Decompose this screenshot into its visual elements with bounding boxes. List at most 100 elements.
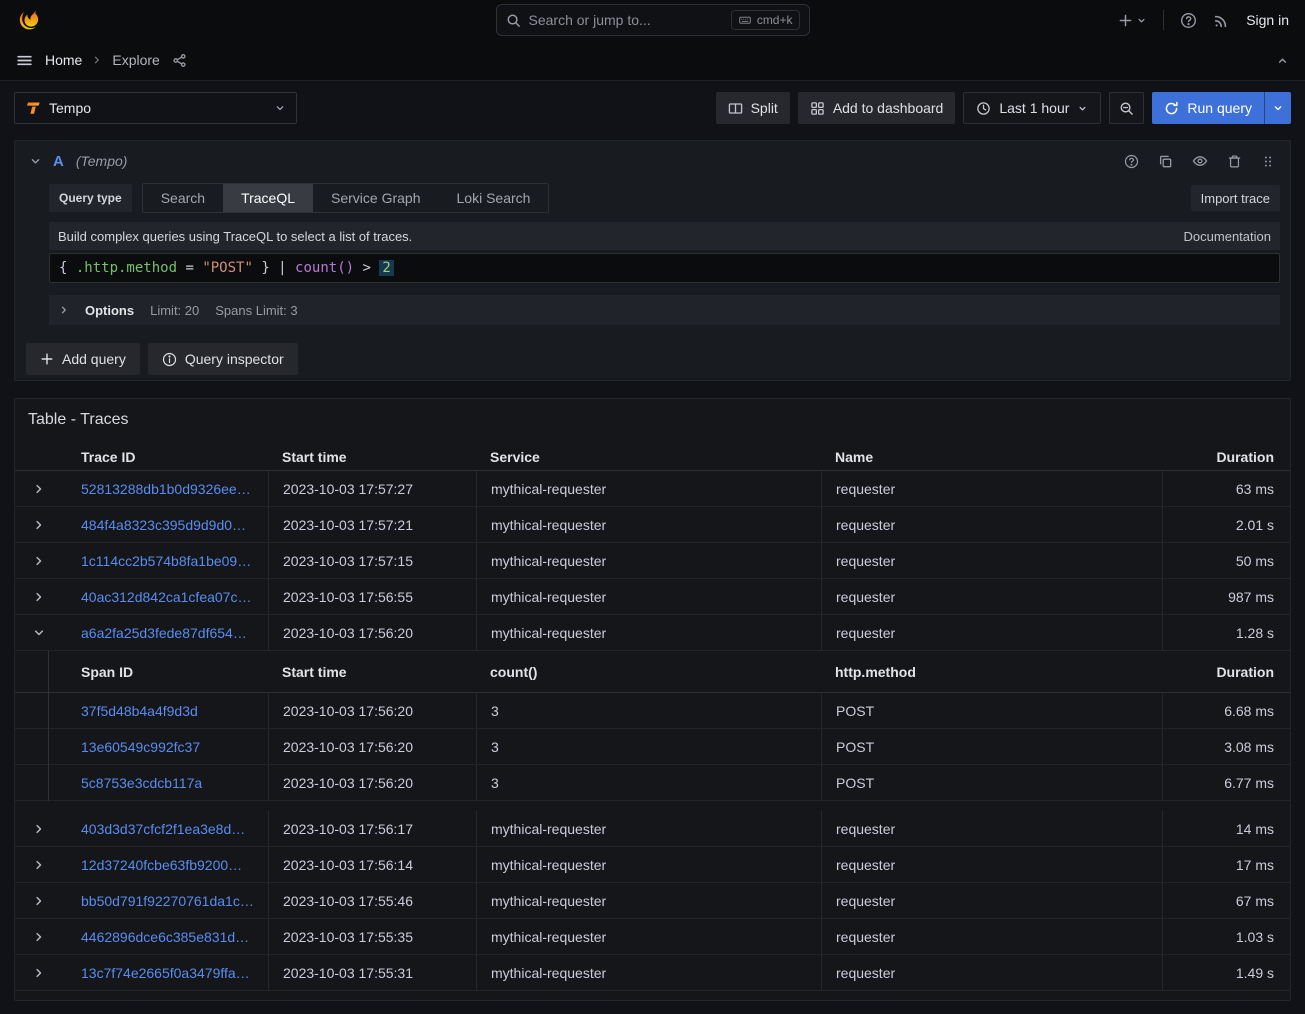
name-cell: requester <box>821 883 1162 918</box>
collapse-toolbar-button[interactable] <box>1276 54 1289 67</box>
trace-id-link[interactable]: 52813288db1b0d9326ee… <box>81 481 251 497</box>
nav-divider <box>1163 10 1164 30</box>
row-expand-chevron-icon[interactable] <box>33 931 45 943</box>
duration-cell: 6.68 ms <box>1162 693 1290 728</box>
service-cell: mythical-requester <box>476 883 821 918</box>
service-cell: mythical-requester <box>476 615 821 650</box>
add-query-button[interactable]: Add query <box>26 343 140 375</box>
trace-id-link[interactable]: 484f4a8323c395d9d9d0… <box>81 517 246 533</box>
search-input[interactable]: Search or jump to... cmd+k <box>496 4 810 36</box>
drag-handle-icon[interactable] <box>1261 154 1275 169</box>
row-collapse-chevron-icon[interactable] <box>33 627 45 639</box>
duplicate-query-button[interactable] <box>1158 154 1173 169</box>
start-time-cell: 2023-10-03 17:57:27 <box>268 471 476 506</box>
row-expand-chevron-icon[interactable] <box>33 591 45 603</box>
table-row: 403d3d37cfcf2f1ea3e8d…2023-10-03 17:56:1… <box>15 811 1290 847</box>
duration-cell: 1.03 s <box>1162 919 1290 954</box>
run-query-options-button[interactable] <box>1264 92 1291 124</box>
trace-id-link[interactable]: 40ac312d842ca1cfea07c… <box>81 589 251 605</box>
hamburger-icon <box>16 52 33 69</box>
traceql-code-editor[interactable]: { .http.method = "POST" } | count() > 2 <box>49 253 1280 283</box>
span-subtable: Span IDStart timecount()http.methodDurat… <box>15 651 1290 811</box>
duration-cell: 67 ms <box>1162 883 1290 918</box>
help-button[interactable] <box>1180 12 1197 29</box>
http-method-cell: POST <box>821 693 1162 728</box>
tab-traceql[interactable]: TraceQL <box>223 184 313 212</box>
query-row-header: A (Tempo) <box>15 141 1290 181</box>
collapse-query-button[interactable] <box>30 156 41 167</box>
top-nav: Search or jump to... cmd+k <box>0 0 1305 40</box>
traceql-info-text: Build complex queries using TraceQL to s… <box>58 229 412 244</box>
news-button[interactable] <box>1213 12 1230 29</box>
span-id-link[interactable]: 37f5d48b4a4f9d3d <box>81 703 198 719</box>
query-help-button[interactable] <box>1124 154 1139 169</box>
breadcrumb-home-link[interactable]: Home <box>45 52 82 68</box>
service-cell: mythical-requester <box>476 811 821 846</box>
trace-id-link[interactable]: 13c7f74e2665f0a3479ffa… <box>81 965 250 981</box>
search-placeholder: Search or jump to... <box>529 12 651 28</box>
subtable-header-row: Span IDStart timecount()http.methodDurat… <box>15 651 1290 693</box>
tab-service-graph[interactable]: Service Graph <box>313 184 438 212</box>
grafana-logo-icon[interactable] <box>16 7 42 33</box>
share-shortened-link-button[interactable] <box>172 53 187 68</box>
breadcrumb-bar: Home Explore <box>0 40 1305 81</box>
row-expand-chevron-icon[interactable] <box>33 483 45 495</box>
breadcrumb: Home Explore <box>45 52 160 68</box>
trace-id-link[interactable]: bb50d791f92270761da1c… <box>81 893 254 909</box>
query-inspector-button[interactable]: Query inspector <box>148 343 298 375</box>
start-time-cell: 2023-10-03 17:56:14 <box>268 847 476 882</box>
add-to-dashboard-button[interactable]: Add to dashboard <box>798 92 956 124</box>
trace-id-link[interactable]: 403d3d37cfcf2f1ea3e8d… <box>81 821 245 837</box>
tab-loki-search[interactable]: Loki Search <box>439 184 549 212</box>
chevron-right-icon <box>59 305 69 315</box>
span-id-link[interactable]: 13e60549c992fc37 <box>81 739 200 755</box>
duration-cell: 1.28 s <box>1162 615 1290 650</box>
row-expand-chevron-icon[interactable] <box>33 859 45 871</box>
row-expand-chevron-icon[interactable] <box>33 519 45 531</box>
toggle-visibility-button[interactable] <box>1192 153 1208 169</box>
time-range-picker[interactable]: Last 1 hour <box>963 92 1101 124</box>
trace-id-link[interactable]: a6a2fa25d3fede87df654… <box>81 625 247 641</box>
column-header-duration: Duration <box>1162 651 1290 692</box>
row-expand-chevron-icon[interactable] <box>33 967 45 979</box>
query-actions-row: Add query Query inspector <box>15 325 1290 375</box>
column-header-duration: Duration <box>1162 443 1290 470</box>
trace-id-link[interactable]: 4462896dce6c385e831d… <box>81 929 249 945</box>
column-header-service: Service <box>476 443 821 470</box>
row-expand-chevron-icon[interactable] <box>33 555 45 567</box>
chevron-down-icon <box>1136 15 1147 26</box>
duration-cell: 1.49 s <box>1162 955 1290 990</box>
split-icon <box>728 101 743 116</box>
delete-query-button[interactable] <box>1227 154 1242 169</box>
code-token: = <box>177 260 202 276</box>
span-id-link[interactable]: 5c8753e3cdcb117a <box>81 775 202 791</box>
tab-search[interactable]: Search <box>143 184 223 212</box>
service-cell: mythical-requester <box>476 955 821 990</box>
options-label: Options <box>85 303 134 318</box>
count-cell: 3 <box>476 765 821 800</box>
split-button[interactable]: Split <box>716 92 790 124</box>
start-time-cell: 2023-10-03 17:57:15 <box>268 543 476 578</box>
row-expand-chevron-icon[interactable] <box>33 823 45 835</box>
mega-menu-button[interactable] <box>16 52 33 69</box>
datasource-name: Tempo <box>49 100 91 116</box>
row-expand-chevron-icon[interactable] <box>33 895 45 907</box>
zoom-out-time-button[interactable] <box>1109 92 1144 124</box>
column-header-count: count() <box>476 651 821 692</box>
run-query-button[interactable]: Run query <box>1152 92 1264 124</box>
trace-id-link[interactable]: 12d37240fcbe63fb9200… <box>81 857 242 873</box>
name-cell: requester <box>821 507 1162 542</box>
datasource-picker[interactable]: Tempo <box>14 92 297 124</box>
import-trace-button[interactable]: Import trace <box>1191 185 1280 211</box>
info-circle-icon <box>162 352 177 367</box>
documentation-link[interactable]: Documentation <box>1184 229 1271 244</box>
start-time-cell: 2023-10-03 17:56:20 <box>268 615 476 650</box>
query-options-row[interactable]: Options Limit: 20 Spans Limit: 3 <box>49 295 1280 325</box>
table-row: bb50d791f92270761da1c…2023-10-03 17:55:4… <box>15 883 1290 919</box>
eye-icon <box>1192 153 1208 169</box>
sign-in-button[interactable]: Sign in <box>1246 12 1289 28</box>
query-editor-panel: A (Tempo) Query type SearchTraceQLServic… <box>14 140 1291 381</box>
new-menu-button[interactable] <box>1118 13 1147 28</box>
explore-toolbar: Tempo Split Add to dashboard <box>14 92 1291 124</box>
trace-id-link[interactable]: 1c114cc2b574b8fa1be09… <box>81 553 251 569</box>
